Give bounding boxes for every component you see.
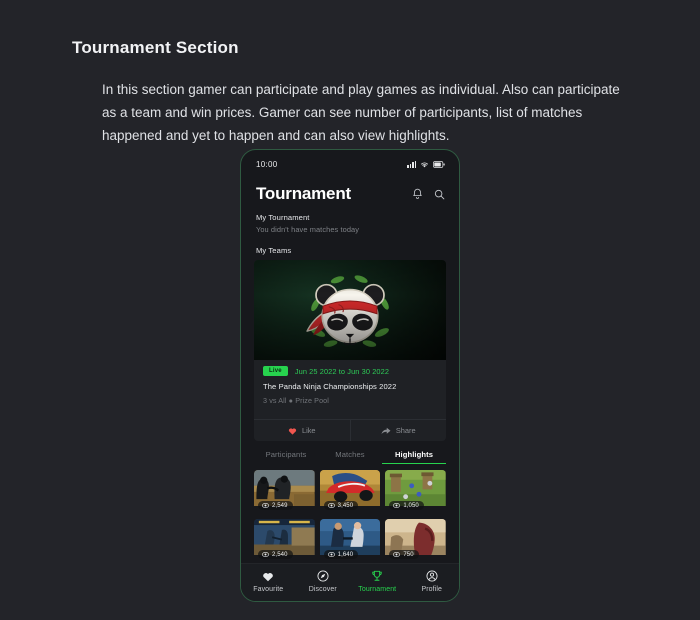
highlight-thumbnail[interactable]: 2,549: [254, 470, 315, 514]
view-count-badge: 3,450: [323, 501, 359, 510]
highlight-thumbnail[interactable]: 3,450: [319, 470, 381, 514]
tournament-card[interactable]: Live Jun 25 2022 to Jun 30 2022 The Pand…: [254, 260, 446, 441]
my-tournament-subtitle: You didn't have matches today: [256, 225, 360, 234]
battery-icon: [433, 160, 445, 168]
share-button[interactable]: Share: [349, 420, 447, 441]
tournament-format: 3 vs All ● Prize Pool: [263, 396, 329, 405]
compass-icon: [317, 570, 329, 582]
tab-matches[interactable]: Matches: [318, 450, 382, 464]
views-icon: [393, 503, 401, 508]
search-icon[interactable]: [434, 189, 445, 200]
views-icon: [262, 552, 269, 557]
my-tournament-section: My Tournament You didn't have matches to…: [241, 204, 459, 255]
view-count: 2,549: [272, 502, 288, 509]
content-tabs: Participants Matches Highlights: [254, 450, 446, 464]
phone-mockup: 10:00 Tournament My Tournament You didn'…: [240, 149, 460, 602]
status-time: 10:00: [256, 159, 278, 169]
my-teams-label: My Teams: [256, 246, 292, 255]
highlight-thumbnail[interactable]: 1,050: [385, 470, 446, 514]
highlights-grid: 2,549 3,450 1,050 2,540 1,640 750: [241, 464, 459, 563]
share-label: Share: [395, 426, 416, 435]
highlight-thumbnail[interactable]: 1,640: [319, 519, 381, 563]
views-icon: [327, 552, 335, 557]
tournament-card-meta: Live Jun 25 2022 to Jun 30 2022 The Pand…: [254, 360, 446, 412]
document-header: Tournament Section In this section gamer…: [72, 38, 632, 148]
heart-icon: [262, 571, 274, 582]
tab-highlights[interactable]: Highlights: [382, 450, 446, 464]
page-description: In this section gamer can participate an…: [102, 82, 620, 144]
tournament-banner-image: [254, 260, 446, 360]
view-count: 3,450: [337, 502, 354, 509]
nav-item-profile[interactable]: Profile: [405, 570, 460, 593]
view-count-badge: 1,640: [323, 550, 359, 559]
view-count-badge: 1,050: [389, 501, 424, 510]
person-icon: [426, 570, 438, 582]
nav-item-tournament[interactable]: Tournament: [350, 570, 405, 593]
like-button[interactable]: Like: [254, 420, 350, 441]
status-icons: [407, 160, 445, 168]
nav-item-discover[interactable]: Discover: [296, 570, 351, 593]
views-icon: [327, 503, 335, 508]
view-count-badge: 750: [389, 550, 419, 559]
bottom-navigation: Favourite Discover Tournament Profile: [241, 563, 459, 601]
view-count: 1,640: [337, 551, 354, 558]
signal-icon: [407, 160, 416, 168]
tournament-title: The Panda Ninja Championships 2022: [263, 382, 397, 391]
nav-label-favourite: Favourite: [253, 585, 284, 593]
view-count-badge: 2,540: [258, 550, 293, 559]
banner-overlay: [254, 260, 446, 360]
nav-label-profile: Profile: [421, 586, 443, 593]
view-count: 1,050: [403, 502, 419, 509]
highlight-thumbnail[interactable]: 2,540: [254, 519, 315, 563]
heart-icon: [288, 427, 297, 435]
card-action-bar: Like Share: [254, 419, 446, 441]
wifi-icon: [420, 161, 429, 168]
nav-item-favourite[interactable]: Favourite: [241, 571, 296, 593]
views-icon: [262, 503, 269, 508]
trophy-icon: [371, 570, 383, 582]
bell-icon[interactable]: [412, 188, 423, 200]
header-actions: [412, 188, 445, 200]
tournament-status-row: Live Jun 25 2022 to Jun 30 2022: [263, 366, 437, 376]
view-count: 2,540: [272, 551, 288, 558]
my-tournament-label: My Tournament: [256, 213, 310, 222]
tab-participants[interactable]: Participants: [254, 450, 318, 464]
share-arrow-icon: [381, 427, 391, 435]
app-header: Tournament: [241, 178, 459, 204]
app-title: Tournament: [256, 184, 351, 203]
like-label: Like: [301, 426, 316, 435]
views-icon: [393, 552, 401, 557]
highlight-thumbnail[interactable]: 750: [385, 519, 446, 563]
view-count-badge: 2,549: [258, 501, 293, 510]
status-badge: Live: [263, 366, 288, 376]
page-title: Tournament Section: [72, 38, 239, 57]
tournament-dates: Jun 25 2022 to Jun 30 2022: [294, 366, 390, 376]
nav-label-discover: Discover: [308, 586, 337, 593]
nav-label-tournament: Tournament: [358, 586, 397, 593]
view-count: 750: [403, 551, 414, 558]
status-bar: 10:00: [241, 150, 459, 178]
